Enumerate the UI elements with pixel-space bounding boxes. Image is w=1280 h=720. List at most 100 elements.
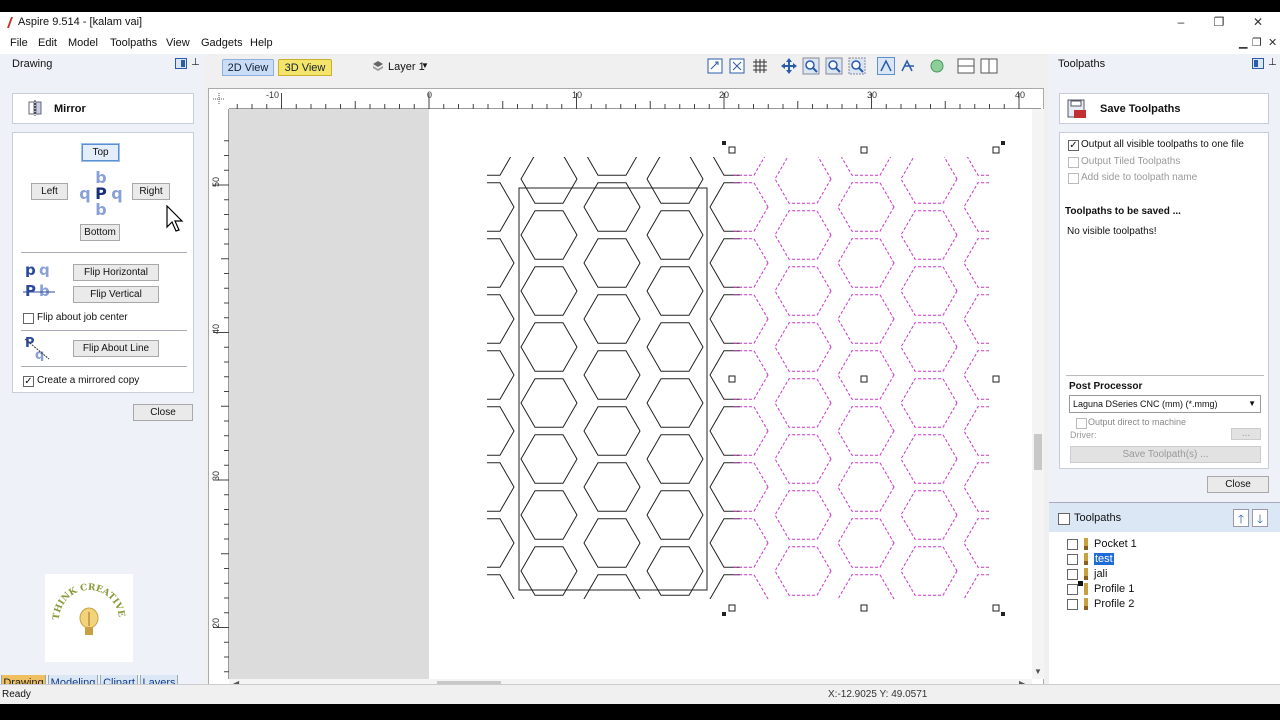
pan-icon[interactable] — [780, 57, 798, 75]
status-bar: Ready X:-12.9025 Y: 49.0571 — [0, 684, 1280, 704]
ruler-left-label: 50 — [211, 176, 222, 188]
flip-about-line-button[interactable]: Flip About Line — [73, 340, 159, 357]
panel-dock-icon[interactable] — [1252, 58, 1264, 69]
menu-edit[interactable]: Edit — [38, 37, 57, 49]
mirrored-copy-checkbox[interactable]: ✓ — [23, 376, 34, 387]
window-title: Aspire 9.514 - [kalam vai] — [18, 16, 143, 28]
doc-restore-icon[interactable]: ❐ — [1252, 36, 1262, 49]
add-side-label: Add side to toolpath name — [1081, 172, 1198, 183]
selection-handle — [728, 604, 736, 612]
post-processor-select[interactable]: Laguna DSeries CNC (mm) (*.mmg) ▼ — [1069, 395, 1261, 413]
doc-minimize-icon[interactable]: ▁ — [1239, 36, 1247, 49]
driver-label: Driver: — [1070, 430, 1097, 440]
ruler-origin-icon[interactable] — [209, 89, 229, 109]
grid-icon[interactable] — [751, 57, 769, 75]
selection-handle — [860, 146, 868, 154]
mirror-top-button[interactable]: Top — [81, 143, 120, 162]
menu-file[interactable]: File — [10, 37, 28, 49]
status-text: Ready — [2, 689, 31, 700]
add-side-checkbox[interactable] — [1068, 173, 1079, 184]
output-tiled-checkbox[interactable] — [1068, 157, 1079, 168]
move-up-icon[interactable]: 🡑 — [1233, 509, 1249, 527]
shading-icon[interactable] — [928, 57, 946, 75]
post-processor-title: Post Processor — [1069, 381, 1143, 392]
layer-dropdown-arrow-icon[interactable]: ▼ — [421, 61, 429, 70]
svg-text:P: P — [25, 282, 36, 300]
svg-text:p: p — [25, 261, 36, 277]
output-direct-label: Output direct to machine — [1088, 417, 1187, 427]
mirror-options: Top Left Right Bottom b q P q b p q Flip… — [12, 132, 194, 393]
mirror-bottom-button[interactable]: Bottom — [80, 224, 120, 241]
flip-vertical-icon: P b — [23, 282, 55, 300]
no-visible-toolpaths-text: No visible toolpaths! — [1067, 226, 1157, 237]
mirror-right-button[interactable]: Right — [132, 183, 170, 200]
drawing-area[interactable] — [229, 109, 1029, 679]
tab-3d-view[interactable]: 3D View — [278, 59, 332, 76]
mouse-cursor-icon — [166, 205, 184, 232]
zoom-extents-icon[interactable] — [728, 57, 746, 75]
toolpaths-panel: Toolpaths ⊥ Save Toolpaths ✓ Output all … — [1049, 54, 1280, 694]
snap-icon[interactable] — [877, 57, 895, 75]
flip-job-center-checkbox[interactable] — [23, 313, 34, 324]
driver-browse-button[interactable]: ... — [1231, 428, 1261, 440]
menu-model[interactable]: Model — [68, 37, 98, 49]
layout-horizontal-icon[interactable] — [957, 57, 975, 75]
close-icon[interactable]: ✕ — [1250, 15, 1266, 29]
layer-icon — [373, 61, 383, 71]
move-down-icon[interactable]: 🡓 — [1252, 509, 1268, 527]
minimize-icon[interactable]: – — [1173, 15, 1189, 29]
toolpath-list-checkbox[interactable] — [1058, 513, 1070, 525]
snap-settings-icon[interactable] — [899, 57, 917, 75]
maximize-icon[interactable]: ❐ — [1211, 15, 1227, 29]
tool-icon — [1078, 581, 1088, 595]
toolpath-name: Pocket 1 — [1094, 538, 1137, 550]
save-toolpaths-button[interactable]: Save Toolpath(s) ... — [1070, 446, 1261, 463]
toolpath-name: jali — [1094, 568, 1108, 580]
toolpath-visible-checkbox[interactable] — [1067, 554, 1078, 565]
vertical-scrollbar[interactable]: ▼ — [1032, 109, 1044, 679]
doc-close-icon[interactable]: ✕ — [1268, 36, 1277, 49]
selection-handle — [992, 375, 1000, 383]
vertical-scroll-thumb[interactable] — [1034, 434, 1042, 470]
mirror-close-button[interactable]: Close — [133, 404, 193, 421]
toolpath-list-header: Toolpaths 🡑 🡓 — [1049, 502, 1280, 532]
panel-dock-icon[interactable] — [175, 58, 187, 69]
chevron-down-icon[interactable]: ▼ — [1248, 396, 1256, 412]
panel-pin-icon[interactable]: ⊥ — [191, 57, 200, 68]
drawing-canvas[interactable]: -10 0 10 20 30 40 50 40 30 20 ▼ — [208, 88, 1044, 690]
toolpaths-close-button[interactable]: Close — [1207, 476, 1269, 493]
output-all-visible-checkbox[interactable]: ✓ — [1068, 140, 1079, 151]
zoom-in-icon[interactable] — [802, 57, 820, 75]
selection-handle — [992, 146, 1000, 154]
tab-2d-view[interactable]: 2D View — [222, 59, 274, 76]
flip-horizontal-button[interactable]: Flip Horizontal — [73, 264, 159, 281]
toolpath-visible-checkbox[interactable] — [1067, 599, 1078, 610]
mirror-left-button[interactable]: Left — [31, 183, 68, 200]
layout-vertical-icon[interactable] — [980, 57, 998, 75]
scroll-down-icon[interactable]: ▼ — [1034, 667, 1042, 676]
toolpath-visible-checkbox[interactable] — [1067, 539, 1078, 550]
menu-help[interactable]: Help — [250, 37, 273, 49]
think-creative-logo: THINK CREATIVE — [45, 574, 133, 662]
ruler-left-label: 40 — [211, 323, 222, 335]
mirrored-copy-label: Create a mirrored copy — [37, 375, 140, 386]
toolpath-visible-checkbox[interactable] — [1067, 569, 1078, 580]
zoom-box-icon[interactable] — [706, 57, 724, 75]
zoom-out-icon[interactable] — [825, 57, 843, 75]
toolpath-name: Profile 1 — [1094, 583, 1135, 595]
ruler-left-label: 20 — [211, 617, 222, 629]
menu-toolpaths[interactable]: Toolpaths — [110, 37, 157, 49]
menu-gadgets[interactable]: Gadgets — [201, 37, 243, 49]
flip-vertical-button[interactable]: Flip Vertical — [73, 286, 159, 303]
layer-dropdown[interactable]: Layer 1 — [388, 61, 425, 73]
toolpath-name: Profile 2 — [1094, 598, 1135, 610]
zoom-selection-icon[interactable] — [848, 57, 866, 75]
panel-pin-icon[interactable]: ⊥ — [1268, 57, 1277, 68]
menu-view[interactable]: View — [166, 37, 190, 49]
flip-job-center-label: Flip about job center — [37, 312, 128, 323]
output-direct-checkbox[interactable] — [1076, 418, 1087, 429]
save-toolpaths-form: ✓ Output all visible toolpaths to one fi… — [1059, 132, 1269, 469]
toolpath-name-selected[interactable]: test — [1094, 553, 1114, 565]
selection-handle — [860, 375, 868, 383]
mirror-title: Mirror — [54, 103, 86, 115]
